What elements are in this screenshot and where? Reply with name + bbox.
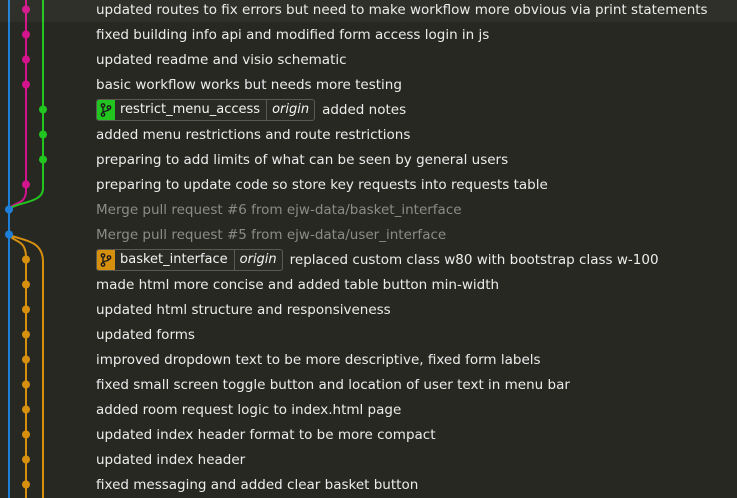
commit-row[interactable]: fixed messaging and added clear basket b… xyxy=(0,472,737,497)
commit-message: Merge pull request #6 from ejw-data/bask… xyxy=(96,201,462,218)
commit-row[interactable]: fixed small screen toggle button and loc… xyxy=(0,372,737,397)
commit-row[interactable]: updated readme and visio schematic xyxy=(0,47,737,72)
commit-row[interactable]: updated forms xyxy=(0,322,737,347)
commit-row[interactable]: updated index header xyxy=(0,447,737,472)
commit-row-content: preparing to add limits of what can be s… xyxy=(96,147,508,172)
commit-row[interactable]: updated index header format to be more c… xyxy=(0,422,737,447)
commit-row-content: improved dropdown text to be more descri… xyxy=(96,347,541,372)
git-branch-icon xyxy=(97,249,115,270)
commit-row[interactable]: updated html structure and responsivenes… xyxy=(0,297,737,322)
commit-row[interactable]: made html more concise and added table b… xyxy=(0,272,737,297)
commit-row-content: updated routes to fix errors but need to… xyxy=(96,0,708,22)
commit-row-content: updated forms xyxy=(96,322,195,347)
commit-row[interactable]: preparing to update code so store key re… xyxy=(0,172,737,197)
commit-row[interactable]: Merge pull request #5 from ejw-data/user… xyxy=(0,222,737,247)
commit-message: added room request logic to index.html p… xyxy=(96,401,402,418)
branch-tag-remote: origin xyxy=(239,252,277,267)
commit-row-content: updated html structure and responsivenes… xyxy=(96,297,391,322)
commit-row[interactable]: basic workflow works but needs more test… xyxy=(0,72,737,97)
commit-message: fixed messaging and added clear basket b… xyxy=(96,476,419,493)
branch-tag-name: basket_interface xyxy=(115,249,235,270)
commit-row[interactable]: preparing to add limits of what can be s… xyxy=(0,147,737,172)
commit-row-content: basket_interface origin replaced custom cl… xyxy=(96,247,659,272)
commit-row-content: Merge pull request #5 from ejw-data/user… xyxy=(96,222,446,247)
branch-tag[interactable]: restrict_menu_access origin xyxy=(96,98,316,121)
commit-message: updated html structure and responsivenes… xyxy=(96,301,391,318)
commit-row[interactable]: updated routes to fix errors but need to… xyxy=(0,0,737,22)
branch-tag[interactable]: basket_interface origin xyxy=(96,248,283,271)
commit-row-content: made html more concise and added table b… xyxy=(96,272,499,297)
commit-row-content: fixed small screen toggle button and loc… xyxy=(96,372,570,397)
commit-message: updated forms xyxy=(96,326,195,343)
commit-message: basic workflow works but needs more test… xyxy=(96,76,402,93)
commit-row-content: added menu restrictions and route restri… xyxy=(96,122,410,147)
commit-row-content: Merge pull request #6 from ejw-data/bask… xyxy=(96,197,462,222)
commit-row[interactable]: Merge pull request #6 from ejw-data/bask… xyxy=(0,197,737,222)
commit-row-content: updated index header format to be more c… xyxy=(96,422,436,447)
commit-row-content: fixed messaging and added clear basket b… xyxy=(96,472,418,497)
commit-row[interactable]: added room request logic to index.html p… xyxy=(0,397,737,422)
commit-row-content: restrict_menu_access origin added notes xyxy=(96,97,406,122)
commit-row-content: updated index header xyxy=(96,447,245,472)
commit-row[interactable]: fixed building info api and modified for… xyxy=(0,22,737,47)
commit-row-content: basic workflow works but needs more test… xyxy=(96,72,402,97)
commit-message: replaced custom class w80 with bootstrap… xyxy=(289,251,659,268)
commit-message: updated index header format to be more c… xyxy=(96,426,436,443)
commit-message: made html more concise and added table b… xyxy=(96,276,500,293)
commit-row-content: preparing to update code so store key re… xyxy=(96,172,548,197)
commit-message: improved dropdown text to be more descri… xyxy=(96,351,541,368)
commit-message: added menu restrictions and route restri… xyxy=(96,126,411,143)
commit-message: updated routes to fix errors but need to… xyxy=(96,1,708,18)
commit-message: fixed small screen toggle button and loc… xyxy=(96,376,570,393)
branch-tag-remote: origin xyxy=(272,102,310,117)
commit-row[interactable]: added menu restrictions and route restri… xyxy=(0,122,737,147)
commit-message: updated index header xyxy=(96,451,246,468)
branch-tag-name: restrict_menu_access xyxy=(115,99,268,120)
commit-row[interactable]: improved dropdown text to be more descri… xyxy=(0,347,737,372)
commit-message: fixed building info api and modified for… xyxy=(96,26,490,43)
commit-message: preparing to add limits of what can be s… xyxy=(96,151,509,168)
commit-row-content: fixed building info api and modified for… xyxy=(96,22,489,47)
commit-row-content: added room request logic to index.html p… xyxy=(96,397,401,422)
commit-message: Merge pull request #5 from ejw-data/user… xyxy=(96,226,447,243)
commit-row[interactable]: restrict_menu_access origin added notes xyxy=(0,97,737,122)
commit-row-content: updated readme and visio schematic xyxy=(96,47,347,72)
commit-message: added notes xyxy=(322,101,407,118)
commit-message: updated readme and visio schematic xyxy=(96,51,347,68)
commit-message: preparing to update code so store key re… xyxy=(96,176,548,193)
git-branch-icon xyxy=(97,99,115,120)
commit-row[interactable]: basket_interface origin replaced custom cl… xyxy=(0,247,737,272)
